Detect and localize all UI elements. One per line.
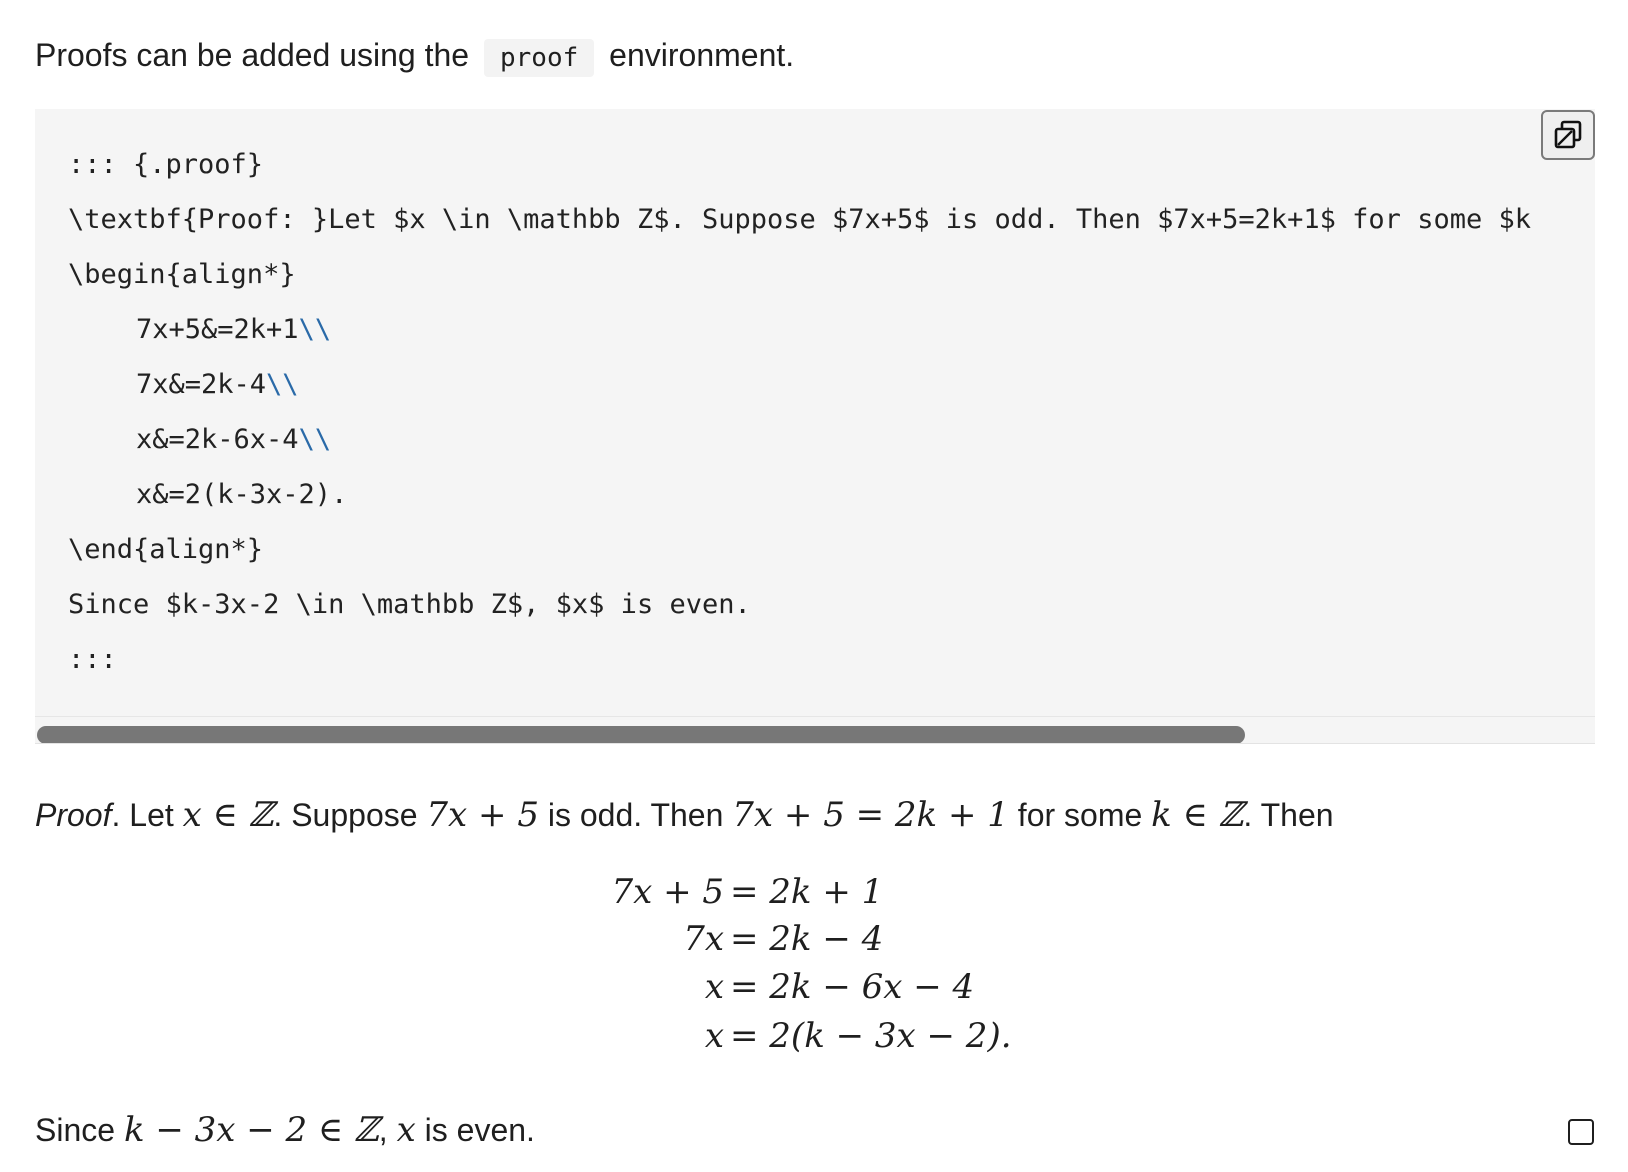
equation-lhs: 7x + 5 xyxy=(611,872,724,912)
line-break-token: \\ xyxy=(298,424,332,455)
line-break-token: \\ xyxy=(266,369,299,400)
equation-rhs: = 2k − 4 xyxy=(730,919,884,959)
code-line: x&=2k-6x-4\\ xyxy=(68,412,1531,467)
code-text: 7x&=2k-4 xyxy=(136,369,267,400)
code-line: ::: {.proof} xyxy=(68,149,264,180)
code-line: 7x+5&=2k+1\\ xyxy=(68,302,1531,357)
code-line: ::: xyxy=(68,644,117,675)
equation-rhs: = 2(k − 3x − 2). xyxy=(730,1016,1012,1056)
math-inline: 7x + 5 = 2k + 1 xyxy=(732,795,1009,835)
inline-code-proof: proof xyxy=(483,39,595,77)
scrollbar-thumb[interactable] xyxy=(37,726,1245,743)
text: . Suppose xyxy=(273,797,427,833)
equation-row: 7x = 2k − 4 xyxy=(0,915,1628,963)
equation-rhs: = 2k + 1 xyxy=(730,872,884,912)
proof-label: Proof xyxy=(35,797,112,833)
equation-row: x = 2(k − 3x − 2). xyxy=(0,1012,1628,1060)
equation-rhs: = 2k − 6x − 4 xyxy=(730,967,975,1007)
code-line: \end{align*} xyxy=(68,534,264,565)
math-inline: k − 3x − 2 ∈ ℤ xyxy=(123,1110,379,1150)
math-inline: x xyxy=(396,1110,416,1150)
code-line: Since $k-3x-2 \in \mathbb Z$, $x$ is eve… xyxy=(68,589,751,620)
line-break-token: \\ xyxy=(298,314,332,345)
equation-row: 7x + 5 = 2k + 1 xyxy=(0,868,1628,916)
copy-icon xyxy=(1554,120,1582,149)
math-inline: k ∈ ℤ xyxy=(1151,795,1244,835)
code-content: ::: {.proof}\textbf{Proof: }Let $x \in \… xyxy=(68,137,1531,687)
code-block: ::: {.proof}\textbf{Proof: }Let $x \in \… xyxy=(35,109,1595,744)
equation-row: x = 2k − 6x − 4 xyxy=(0,963,1628,1011)
conclusion-paragraph: Since k − 3x − 2 ∈ ℤ, x is even. xyxy=(35,1107,535,1153)
equation-lhs: x xyxy=(704,967,724,1007)
intro-paragraph: Proofs can be added using the proof envi… xyxy=(35,32,794,81)
rendered-proof-paragraph: Proof. Let x ∈ ℤ. Suppose 7x + 5 is odd.… xyxy=(35,792,1334,838)
code-line: x&=2(k-3x-2). xyxy=(136,479,348,510)
code-line: 7x&=2k-4\\ xyxy=(68,357,1531,412)
text: . Then xyxy=(1243,797,1334,833)
intro-text-after: environment. xyxy=(609,37,795,73)
equation-lhs: x xyxy=(704,1016,724,1056)
math-inline: x ∈ ℤ xyxy=(182,795,274,835)
text: is even. xyxy=(415,1112,535,1148)
text: for some xyxy=(1008,797,1152,833)
code-line: \begin{align*} xyxy=(68,259,296,290)
code-text: 7x+5&=2k+1 xyxy=(136,314,299,345)
intro-text-before: Proofs can be added using the xyxy=(35,37,470,73)
text: is odd. Then xyxy=(538,797,733,833)
qed-square-icon xyxy=(1568,1119,1594,1145)
text: Since xyxy=(35,1112,124,1148)
math-inline: 7x + 5 xyxy=(426,795,539,835)
code-text: x&=2k-6x-4 xyxy=(136,424,299,455)
text: , xyxy=(378,1112,397,1148)
code-line: \textbf{Proof: }Let $x \in \mathbb Z$. S… xyxy=(68,204,1531,235)
equation-lhs: 7x xyxy=(683,919,724,959)
horizontal-scrollbar[interactable] xyxy=(35,716,1595,743)
copy-code-button[interactable] xyxy=(1541,110,1595,160)
text: . Let xyxy=(111,797,183,833)
